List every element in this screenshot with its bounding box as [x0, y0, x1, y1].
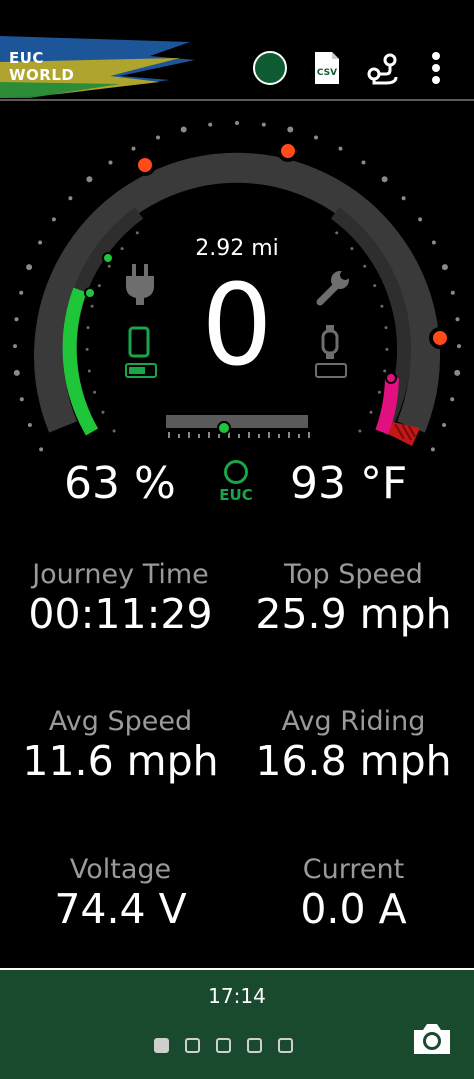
current-speed: 0 [201, 261, 273, 391]
stat-label: Top Speed [284, 559, 423, 590]
gauge-inner-tick [358, 429, 362, 433]
csv-icon[interactable]: CSV [312, 50, 342, 86]
gauge-inner-tick [112, 429, 116, 433]
stat-value: 74.4 V [54, 885, 187, 933]
gauge-inner-tick [107, 264, 111, 268]
page-dot[interactable] [154, 1038, 169, 1053]
stat-label: Current [302, 854, 405, 885]
wheel-connection-indicator[interactable]: EUC [216, 460, 256, 504]
gauge-tick [27, 423, 32, 427]
tilt-tick [268, 432, 270, 438]
gauge-inner-tick [377, 390, 381, 394]
tilt-tick [308, 432, 310, 438]
gauge-marker-left [134, 154, 156, 176]
gauge-inner-tick [335, 231, 339, 235]
gauge-tick [19, 397, 24, 402]
gauge-tick [401, 196, 406, 201]
gauge-tick [131, 146, 136, 151]
clock: 17:14 [208, 984, 266, 1008]
gauge-tick [442, 423, 447, 427]
stat-value: 00:11:29 [28, 590, 213, 638]
stat-avg-riding: Avg Riding 16.8 mph [235, 706, 472, 784]
trip-distance: 2.92 mi [195, 236, 279, 261]
gauge-inner-tick [93, 390, 97, 394]
tilt-marker [217, 421, 231, 435]
gauge-tick [180, 126, 187, 133]
gauge-tick [156, 135, 160, 140]
logo-line-2: WORLD [9, 66, 75, 84]
wheel-connection-icon [224, 460, 248, 484]
gauge-inner-tick [135, 231, 139, 235]
csv-icon-label: CSV [317, 68, 337, 78]
stat-top-speed: Top Speed 25.9 mph [235, 559, 472, 637]
gauge-tick [235, 121, 239, 125]
gauge-tick [108, 160, 113, 165]
gauge-tick [361, 160, 366, 165]
tilt-tick [208, 432, 210, 438]
logo-text: EUC WORLD [9, 50, 74, 84]
tilt-tick [288, 432, 290, 438]
temperature: 93 °F [290, 458, 408, 509]
gauge-inner-tick [101, 410, 105, 414]
gauge-tick [39, 447, 44, 452]
gauge-tick [430, 447, 435, 452]
page-dot[interactable] [185, 1038, 200, 1053]
wheel-label: EUC [219, 486, 253, 504]
gauge-marker-top [277, 140, 299, 162]
camera-icon[interactable] [410, 1020, 454, 1058]
tilt-tick [278, 434, 280, 438]
gauge-tick [261, 122, 266, 127]
temperature-arc-fill [375, 377, 399, 435]
top-bar: EUC WORLD CSV [0, 0, 474, 99]
gauge-tick [208, 122, 213, 127]
tilt-indicator [166, 415, 310, 438]
tilt-tick [168, 432, 170, 438]
tilt-tick [198, 434, 200, 438]
stat-label: Voltage [69, 854, 172, 885]
stat-voltage: Voltage 74.4 V [2, 854, 239, 932]
tilt-tick [248, 432, 250, 438]
gauge-tick [450, 397, 455, 402]
gauge-tick [381, 176, 388, 183]
gauge-tick [418, 217, 423, 222]
tilt-tick [178, 434, 180, 438]
gauge-tick [287, 126, 294, 133]
menu-icon[interactable] [425, 50, 447, 86]
route-icon[interactable] [366, 52, 400, 86]
stat-label: Avg Speed [48, 706, 193, 737]
page-indicator[interactable] [154, 1038, 309, 1057]
tilt-tick [298, 434, 300, 438]
logo-line-1: EUC [9, 49, 44, 67]
tilt-tick [258, 434, 260, 438]
status-dot-icon[interactable] [253, 51, 287, 85]
gauge-tick [51, 217, 56, 222]
gauge-tick [86, 176, 93, 183]
stat-label: Avg Riding [281, 706, 426, 737]
gauge-tick [68, 196, 73, 201]
gauge-inner-tick [369, 410, 373, 414]
gauge-inner-tick [363, 264, 367, 268]
stat-value: 11.6 mph [22, 737, 219, 785]
stat-label: Journey Time [32, 559, 209, 590]
tilt-tick [218, 434, 220, 438]
tilt-tick [188, 432, 190, 438]
page-dot[interactable] [216, 1038, 231, 1053]
stat-value: 25.9 mph [255, 590, 452, 638]
stat-avg-speed: Avg Speed 11.6 mph [2, 706, 239, 784]
page-dot[interactable] [278, 1038, 293, 1053]
gauge-tick [338, 146, 343, 151]
bottom-bar: 17:14 [0, 968, 474, 1079]
battery-percent: 63 % [64, 458, 176, 509]
page-dot[interactable] [247, 1038, 262, 1053]
stat-journey-time: Journey Time 00:11:29 [2, 559, 239, 637]
gauge-tick [314, 135, 318, 140]
stat-value: 16.8 mph [255, 737, 452, 785]
stat-current: Current 0.0 A [235, 854, 472, 932]
stat-value: 0.0 A [300, 885, 407, 933]
tilt-tick [238, 434, 240, 438]
